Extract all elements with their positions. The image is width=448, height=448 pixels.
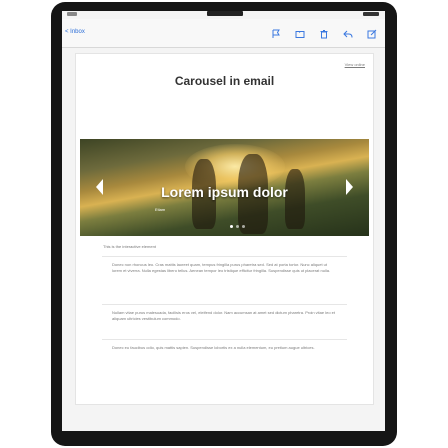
status-time	[207, 11, 243, 16]
divider	[102, 256, 347, 257]
carousel-dot[interactable]	[236, 225, 239, 228]
mail-toolbar: < Inbox	[62, 19, 385, 48]
tablet-screen: < Inbox View online Carousel in email Lo…	[62, 11, 385, 442]
divider	[102, 304, 347, 305]
battery-icon	[363, 12, 379, 16]
view-online-link[interactable]: View online	[345, 62, 365, 67]
flag-icon[interactable]	[271, 29, 281, 39]
carousel-dots	[230, 225, 245, 228]
carousel-dot[interactable]	[230, 225, 233, 228]
paragraph: Donec non rhoncus leo. Cras mattis laore…	[112, 262, 331, 273]
slide-button[interactable]: Etiam	[155, 207, 165, 212]
email-title: Carousel in email	[174, 74, 275, 88]
back-to-inbox-button[interactable]: < Inbox	[65, 29, 85, 35]
folder-icon[interactable]	[295, 29, 305, 39]
carousel-dot[interactable]	[242, 225, 245, 228]
status-bar	[62, 11, 385, 18]
paragraph: Donec eu faucibus odio, quis mattis sapi…	[112, 345, 315, 350]
trash-icon[interactable]	[319, 29, 329, 39]
bottom-bezel	[62, 431, 385, 442]
reply-icon[interactable]	[343, 29, 353, 39]
carousel[interactable]: Lorem ipsum dolor Etiam	[80, 139, 369, 236]
toolbar-icons	[271, 29, 377, 39]
compose-icon[interactable]	[367, 29, 377, 39]
email-body: View online Carousel in email Lorem ipsu…	[75, 53, 374, 405]
divider	[102, 339, 347, 340]
carousel-caption: This is the interactive element	[103, 244, 156, 249]
paragraph: Nullam vitae purus malesuada, facilisis …	[112, 310, 335, 321]
signal-icon	[67, 12, 77, 16]
slide-heading: Lorem ipsum dolor	[161, 184, 288, 200]
